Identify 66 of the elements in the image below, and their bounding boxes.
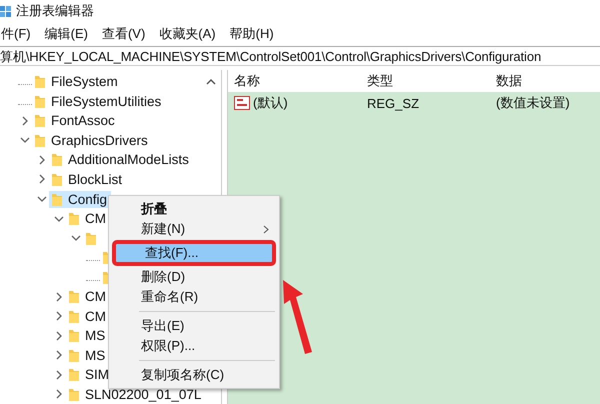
value-name: (默认) bbox=[234, 94, 367, 112]
tree-item[interactable]: MS bbox=[66, 327, 110, 344]
tree-item[interactable]: MS bbox=[66, 346, 110, 364]
column-header[interactable]: 数据 bbox=[496, 72, 600, 90]
folder-icon bbox=[85, 230, 97, 246]
chevron-right-icon[interactable] bbox=[20, 116, 30, 126]
menu-option[interactable]: 查找(F)... bbox=[115, 243, 273, 263]
tree-item[interactable]: AdditionalModeLists bbox=[49, 151, 193, 168]
menu-item[interactable]: 件(F) bbox=[0, 25, 32, 43]
folder-icon bbox=[68, 386, 80, 402]
tree-item[interactable]: CM bbox=[66, 210, 110, 228]
folder-icon bbox=[34, 132, 46, 148]
folder-icon bbox=[34, 113, 46, 128]
folder-icon bbox=[68, 367, 80, 382]
folder-icon bbox=[68, 211, 80, 226]
folder-icon bbox=[34, 74, 46, 90]
menu-option[interactable]: 删除(D) bbox=[111, 267, 277, 287]
tree-item[interactable]: SLN02200_01_07L bbox=[66, 386, 206, 403]
folder-icon bbox=[51, 172, 63, 187]
chevron-right-icon[interactable] bbox=[54, 311, 64, 322]
tree-item[interactable]: FileSystem bbox=[32, 73, 122, 90]
address-field[interactable]: 算机\HKEY_LOCAL_MACHINE\SYSTEM\ControlSet001\Control\GraphicsDrivers\Configuration bbox=[0, 46, 600, 66]
menu-option[interactable]: 折叠 bbox=[111, 199, 277, 219]
tree-item[interactable]: CM bbox=[66, 288, 110, 306]
tree-item[interactable]: GraphicsDrivers bbox=[32, 132, 152, 149]
value-data: (数值未设置) bbox=[496, 94, 571, 112]
column-header[interactable]: 名称 bbox=[234, 72, 367, 90]
chevron-right-icon[interactable] bbox=[54, 350, 64, 360]
tree-item[interactable]: CM bbox=[66, 308, 110, 325]
menu-item[interactable]: 帮助(H) bbox=[228, 25, 275, 43]
folder-icon bbox=[68, 328, 80, 344]
tree-item[interactable]: FileSystemUtilities bbox=[32, 92, 166, 110]
chevron-right-icon[interactable] bbox=[37, 154, 47, 165]
chevron-down-icon[interactable] bbox=[20, 135, 30, 146]
folder-icon bbox=[51, 192, 63, 206]
app-icon bbox=[0, 4, 12, 18]
menu-option[interactable]: 重命名(R) bbox=[111, 287, 277, 307]
scroll-up-icon[interactable] bbox=[206, 78, 216, 86]
menu-option[interactable]: 导出(E) bbox=[111, 316, 277, 336]
chevron-down-icon[interactable] bbox=[37, 194, 47, 204]
column-header[interactable]: 类型 bbox=[367, 72, 496, 90]
menu-item[interactable]: 收藏夹(A) bbox=[158, 25, 217, 43]
chevron-right-icon[interactable] bbox=[54, 370, 64, 380]
chevron-right-icon[interactable] bbox=[54, 330, 64, 341]
value-type: REG_SZ bbox=[367, 96, 420, 110]
chevron-down-icon[interactable] bbox=[71, 233, 81, 244]
window-title: 注册表编辑器 bbox=[16, 2, 94, 20]
tree-item[interactable]: FontAssoc bbox=[32, 112, 119, 130]
menu-option[interactable]: 权限(P)... bbox=[111, 336, 277, 356]
menu-item[interactable]: 编辑(E) bbox=[44, 25, 89, 43]
chevron-right-icon[interactable] bbox=[37, 174, 47, 184]
menu-item[interactable]: 查看(V) bbox=[100, 25, 146, 43]
tree-item[interactable]: BlockList bbox=[49, 170, 126, 188]
folder-icon bbox=[68, 348, 80, 363]
chevron-down-icon[interactable] bbox=[54, 214, 64, 224]
folder-icon bbox=[51, 152, 63, 168]
menu-option[interactable]: 新建(N) bbox=[111, 219, 277, 239]
folder-icon bbox=[34, 94, 46, 109]
folder-icon bbox=[68, 308, 80, 324]
chevron-right-icon[interactable] bbox=[54, 389, 64, 400]
folder-icon bbox=[68, 289, 80, 304]
chevron-right-icon[interactable] bbox=[54, 292, 64, 302]
selected-tree-item[interactable]: Config bbox=[49, 190, 112, 208]
tree-item[interactable]: SIM bbox=[66, 366, 114, 384]
menu-option[interactable]: 复制项名称(C) bbox=[111, 365, 277, 385]
string-value-icon bbox=[234, 96, 250, 110]
